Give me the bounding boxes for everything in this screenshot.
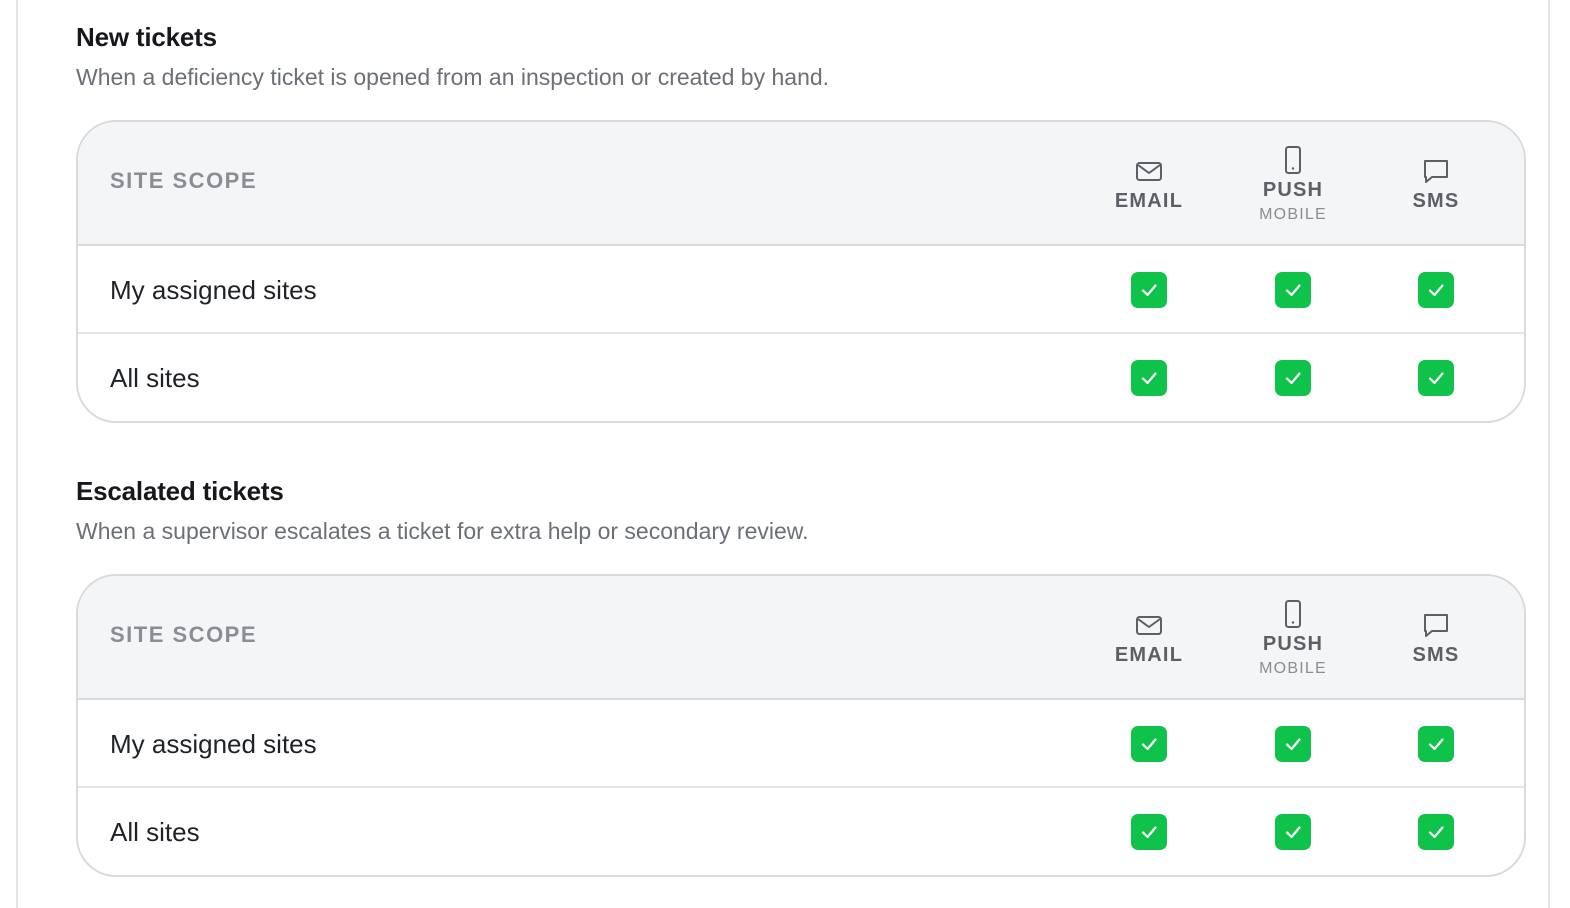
column-label: SMS xyxy=(1412,643,1460,666)
column-email: EMAIL xyxy=(1079,122,1219,246)
check-icon xyxy=(1285,284,1301,297)
mail-icon xyxy=(1136,161,1162,181)
site-scope-header: SITE SCOPE xyxy=(110,168,258,193)
email-checkbox[interactable] xyxy=(1131,360,1167,396)
table-header: SITE SCOPE EMAIL PUSH MOBILE SMS xyxy=(78,576,1524,700)
section-description: When a deficiency ticket is opened from … xyxy=(76,64,830,90)
email-checkbox[interactable] xyxy=(1131,814,1167,850)
column-sublabel: MOBILE xyxy=(1259,205,1327,223)
check-icon xyxy=(1141,826,1157,839)
column-push: PUSH MOBILE xyxy=(1223,576,1363,700)
section-title: Escalated tickets xyxy=(76,476,284,506)
email-checkbox[interactable] xyxy=(1131,726,1167,762)
table-row: My assigned sites xyxy=(78,246,1524,334)
section-new-tickets: New tickets When a deficiency ticket is … xyxy=(76,20,1526,423)
push-checkbox[interactable] xyxy=(1275,726,1311,762)
check-icon xyxy=(1141,372,1157,385)
site-scope-header: SITE SCOPE xyxy=(110,622,258,647)
check-icon xyxy=(1428,738,1444,751)
check-icon xyxy=(1141,284,1157,297)
section-title: New tickets xyxy=(76,22,217,52)
table-header: SITE SCOPE EMAIL PUSH MOBILE SMS xyxy=(78,122,1524,246)
column-label: SMS xyxy=(1412,189,1460,212)
settings-panel: New tickets When a deficiency ticket is … xyxy=(16,0,1550,908)
push-checkbox[interactable] xyxy=(1275,272,1311,308)
check-icon xyxy=(1141,738,1157,751)
column-email: EMAIL xyxy=(1079,576,1219,700)
row-label: My assigned sites xyxy=(110,274,317,305)
row-label: All sites xyxy=(110,362,200,393)
table-row: All sites xyxy=(78,788,1524,875)
table-row: All sites xyxy=(78,334,1524,421)
sms-checkbox[interactable] xyxy=(1418,360,1454,396)
push-checkbox[interactable] xyxy=(1275,360,1311,396)
row-label: My assigned sites xyxy=(110,728,317,759)
check-icon xyxy=(1285,826,1301,839)
column-label: PUSH xyxy=(1262,178,1324,201)
sms-checkbox[interactable] xyxy=(1418,272,1454,308)
section-escalated-tickets: Escalated tickets When a supervisor esca… xyxy=(76,474,1526,877)
message-icon xyxy=(1424,613,1448,637)
check-icon xyxy=(1428,826,1444,839)
sms-checkbox[interactable] xyxy=(1418,814,1454,850)
row-label: All sites xyxy=(110,816,200,847)
notification-table: SITE SCOPE EMAIL PUSH MOBILE SMS My assi… xyxy=(76,574,1526,877)
section-description: When a supervisor escalates a ticket for… xyxy=(76,518,809,544)
check-icon xyxy=(1285,738,1301,751)
push-checkbox[interactable] xyxy=(1275,814,1311,850)
mail-icon xyxy=(1136,615,1162,635)
table-row: My assigned sites xyxy=(78,700,1524,788)
column-push: PUSH MOBILE xyxy=(1223,122,1363,246)
email-checkbox[interactable] xyxy=(1131,272,1167,308)
mobile-icon xyxy=(1285,599,1301,628)
column-sms: SMS xyxy=(1366,122,1506,246)
column-sms: SMS xyxy=(1366,576,1506,700)
column-label: EMAIL xyxy=(1114,643,1184,666)
column-sublabel: MOBILE xyxy=(1259,659,1327,677)
check-icon xyxy=(1428,372,1444,385)
column-label: PUSH xyxy=(1262,632,1324,655)
check-icon xyxy=(1285,372,1301,385)
mobile-icon xyxy=(1285,145,1301,174)
message-icon xyxy=(1424,159,1448,183)
column-label: EMAIL xyxy=(1114,189,1184,212)
notification-table: SITE SCOPE EMAIL PUSH MOBILE SMS My assi… xyxy=(76,120,1526,423)
sms-checkbox[interactable] xyxy=(1418,726,1454,762)
check-icon xyxy=(1428,284,1444,297)
